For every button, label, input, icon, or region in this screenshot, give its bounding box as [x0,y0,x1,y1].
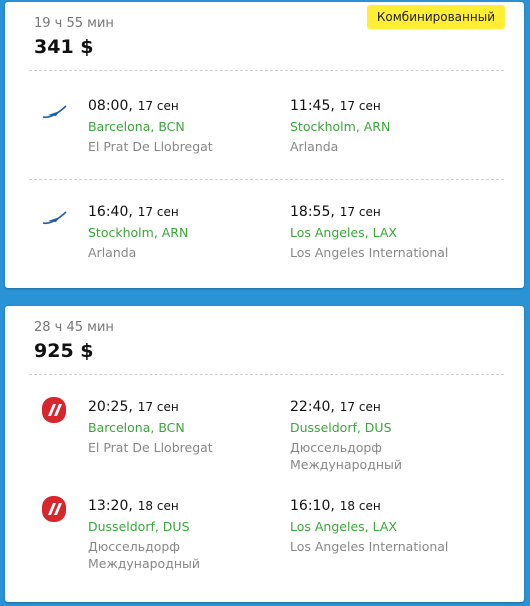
arrival-time: 18:55, [290,204,335,220]
blue-swoosh-airline-logo-icon [39,204,69,234]
departure-city: Stockholm, ARN [88,225,189,240]
departure-info: 13:20, 18 сен Dusseldorf, DUS Дюссельдорф… [88,498,208,572]
flight-result-card[interactable]: 28 ч 45 мин 925 $ 20:25, 17 сен Barcelona… [5,306,524,602]
arrival-city: Los Angeles, LAX [290,519,397,534]
combined-badge: Комбинированный [366,5,505,29]
arrival-info: 16:10, 18 сен Los Angeles, LAX Los Angele… [290,498,480,555]
departure-airport: El Prat De Llobregat [88,440,213,455]
departure-info: 20:25, 17 сен Barcelona, BCN El Prat De L… [88,399,278,456]
arrival-airport: Дюссельдорф Международный [290,440,402,472]
divider [29,374,504,375]
arrival-city: Los Angeles, LAX [290,225,397,240]
departure-airport: El Prat De Llobregat [88,139,213,154]
arrival-date: 17 сен [339,99,381,113]
arrival-date: 17 сен [339,205,381,219]
departure-date: 17 сен [137,400,179,414]
flight-result-card[interactable]: 19 ч 55 мин 341 $ Комбинированный 08:00,… [5,2,524,288]
arrival-info: 18:55, 17 сен Los Angeles, LAX Los Angele… [290,204,480,261]
departure-time: 16:40, [88,204,133,220]
departure-city: Barcelona, BCN [88,420,185,435]
price: 341 $ [34,36,94,58]
departure-time: 13:20, [88,498,133,514]
arrival-date: 17 сен [339,400,381,414]
departure-airport: Arlanda [88,245,137,260]
arrival-airport: Los Angeles International [290,539,449,554]
departure-info: 08:00, 17 сен Barcelona, BCN El Prat De L… [88,98,278,155]
departure-airport: Дюссельдорф Международный [88,539,200,571]
departure-date: 17 сен [137,205,179,219]
arrival-airport: Arlanda [290,139,339,154]
arrival-time: 16:10, [290,498,335,514]
departure-date: 17 сен [137,99,179,113]
arrival-city: Stockholm, ARN [290,119,391,134]
blue-swoosh-airline-logo-icon [39,98,69,128]
arrival-airport: Los Angeles International [290,245,449,260]
departure-time: 20:25, [88,399,133,415]
total-duration: 28 ч 45 мин [34,320,114,335]
departure-city: Barcelona, BCN [88,119,185,134]
departure-info: 16:40, 17 сен Stockholm, ARN Arlanda [88,204,278,261]
divider [29,70,504,71]
price: 925 $ [34,340,94,362]
departure-date: 18 сен [137,499,179,513]
red-airline-logo-icon [39,395,69,425]
arrival-date: 18 сен [339,499,381,513]
arrival-info: 11:45, 17 сен Stockholm, ARN Arlanda [290,98,480,155]
divider [29,179,504,180]
arrival-city: Dusseldorf, DUS [290,420,392,435]
red-airline-logo-icon [39,494,69,524]
departure-city: Dusseldorf, DUS [88,519,190,534]
departure-time: 08:00, [88,98,133,114]
arrival-time: 11:45, [290,98,335,114]
arrival-info: 22:40, 17 сен Dusseldorf, DUS Дюссельдорф… [290,399,410,473]
arrival-time: 22:40, [290,399,335,415]
total-duration: 19 ч 55 мин [34,16,114,31]
